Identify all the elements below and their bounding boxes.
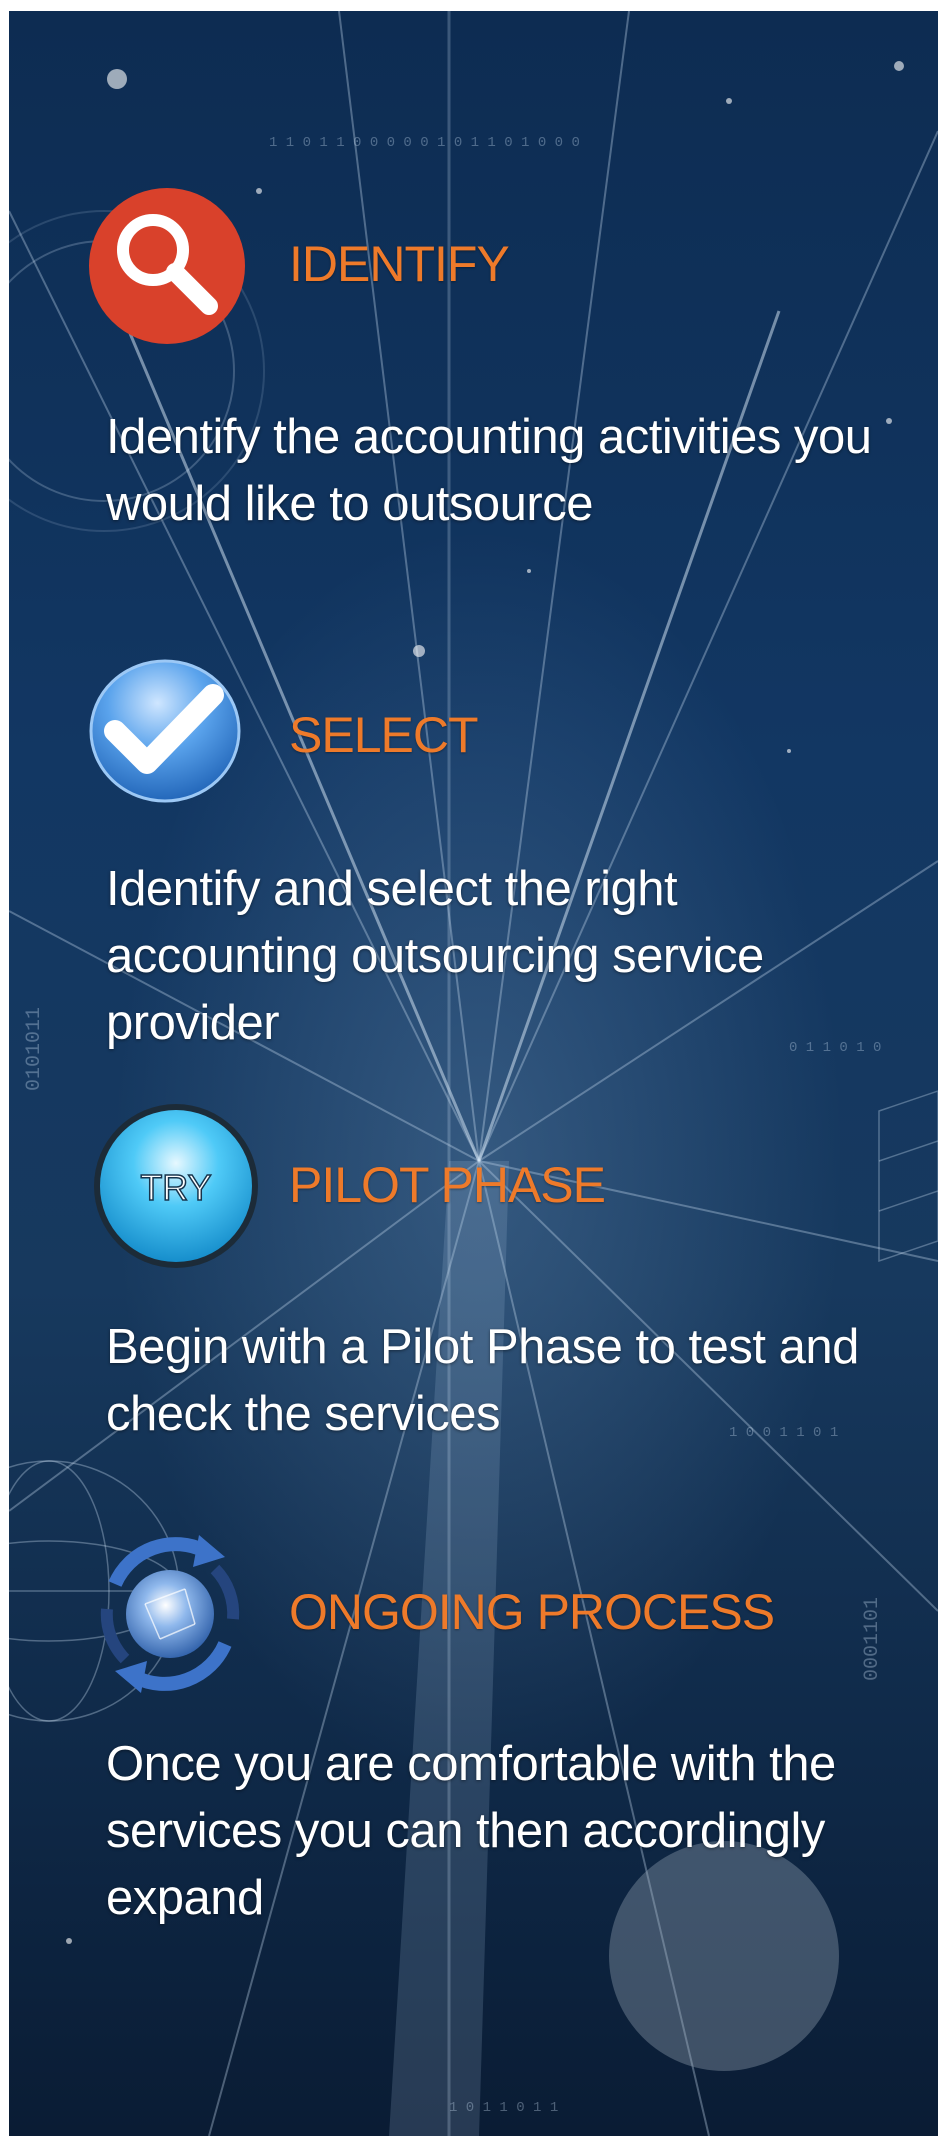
step-title: SELECT	[289, 707, 479, 763]
step-title: ONGOING PROCESS	[289, 1584, 775, 1640]
svg-text:1 1 0 1 1 0 0 0 0 0 1 0 1 1 0: 1 1 0 1 1 0 0 0 0 0 1 0 1 1 0 1 0 0 0	[269, 135, 580, 151]
svg-text:0001101: 0001101	[861, 1597, 884, 1681]
svg-text:1 0 1 1 0 1 1: 1 0 1 1 0 1 1	[449, 2100, 558, 2116]
tech-background: 1 1 0 1 1 0 0 0 0 0 1 0 1 1 0 1 0 0 0 0 …	[9, 11, 938, 2136]
checkmark-icon	[85, 653, 245, 813]
step-description: Identify and select the right accounting…	[106, 862, 764, 1050]
step-description: Once you are comfortable with the servic…	[106, 1737, 836, 1925]
step-title: PILOT PHASE	[289, 1157, 606, 1213]
infographic-page: 1 1 0 1 1 0 0 0 0 0 1 0 1 1 0 1 0 0 0 0 …	[0, 0, 938, 2136]
step-description: Identify the accounting activities you w…	[106, 410, 872, 531]
globe-cycle-icon	[85, 1529, 245, 1693]
step-description: Begin with a Pilot Phase to test and che…	[106, 1320, 859, 1441]
try-button-icon: TRY	[91, 1101, 258, 1268]
svg-text:0101011: 0101011	[23, 1007, 46, 1091]
step-title: IDENTIFY	[289, 236, 510, 292]
magnifier-icon	[87, 186, 247, 346]
try-label: TRY	[140, 1167, 211, 1208]
